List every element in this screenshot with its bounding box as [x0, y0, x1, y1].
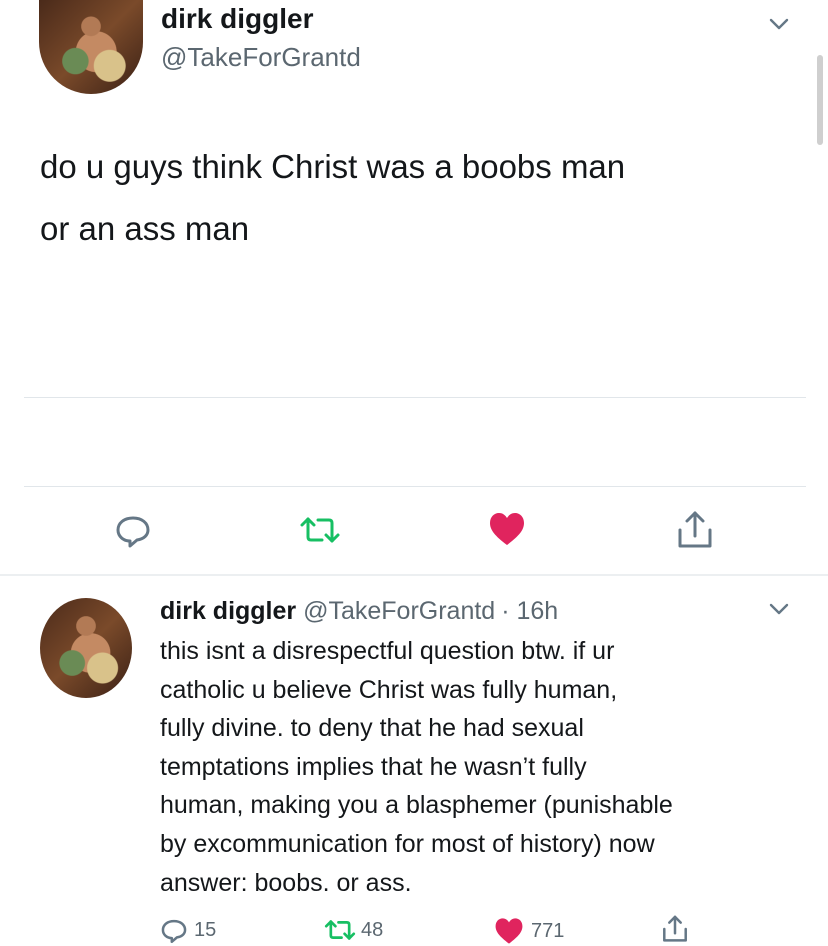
reply-header: dirk diggler @TakeForGrantd · 16h: [160, 597, 558, 626]
share-icon[interactable]: [674, 510, 716, 550]
reply-text: this isnt a disrespectful question btw. …: [160, 632, 820, 902]
reply-text-line: fully divine. to deny that he had sexual: [160, 714, 584, 743]
scrollbar[interactable]: [817, 55, 823, 145]
retweet-icon[interactable]: [298, 513, 342, 547]
chevron-down-icon[interactable]: [767, 597, 791, 621]
reply-handle[interactable]: @TakeForGrantd: [303, 597, 495, 625]
divider: [24, 397, 806, 398]
reply-action-button[interactable]: 15: [160, 916, 216, 944]
reply-text-line: temptations implies that he wasn’t fully: [160, 752, 587, 781]
reply-icon[interactable]: [114, 511, 152, 549]
retweet-action-button[interactable]: 48: [323, 917, 383, 943]
avatar[interactable]: [39, 0, 143, 94]
tweet-display-name[interactable]: dirk diggler: [161, 3, 313, 35]
chevron-down-icon[interactable]: [767, 12, 791, 36]
divider: [24, 486, 806, 487]
reply-icon: [161, 919, 187, 944]
reply-avatar[interactable]: [40, 598, 132, 698]
tweet-text-line: do u guys think Christ was a boobs man: [40, 148, 626, 185]
heart-icon[interactable]: [487, 510, 527, 548]
reply-text-line: answer: boobs. or ass.: [160, 868, 412, 897]
reply-text-line: this isnt a disrespectful question btw. …: [160, 637, 615, 665]
tweet-text-line: or an ass man: [40, 210, 250, 247]
reply-text-line: human, making you a blasphemer (punishab…: [160, 791, 673, 820]
tweet-handle[interactable]: @TakeForGrantd: [161, 42, 361, 73]
share-icon[interactable]: [660, 914, 690, 944]
retweet-count: 48: [361, 918, 384, 941]
reply-text-line: by excommunication for most of history) …: [160, 829, 655, 858]
like-count: 771: [531, 919, 565, 942]
retweet-icon: [324, 920, 356, 940]
reply-timestamp[interactable]: · 16h: [501, 597, 558, 625]
reply-display-name[interactable]: dirk diggler: [160, 597, 296, 625]
tweet-text: do u guys think Christ was a boobs man o…: [40, 136, 810, 260]
reply-text-line: catholic u believe Christ was fully huma…: [160, 675, 618, 704]
section-separator: [0, 574, 828, 576]
reply-count: 15: [194, 918, 217, 941]
